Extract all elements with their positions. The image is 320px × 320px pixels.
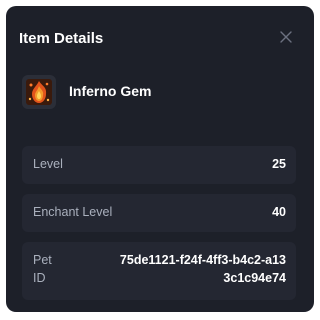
dialog-title: Item Details	[19, 30, 104, 47]
level-value: 25	[272, 157, 286, 171]
enchant-level-label: Enchant Level	[33, 205, 113, 219]
item-name: Inferno Gem	[69, 83, 152, 99]
enchant-level-value: 40	[272, 205, 286, 219]
detail-row-pet-id: Pet ID 75de1121-f24f-4ff3-b4c2-a133c1c94…	[22, 242, 296, 300]
pet-id-value: 75de1121-f24f-4ff3-b4c2-a133c1c94e74	[119, 253, 286, 285]
item-details-dialog: Item Details Inferno Gem Level 25 Enchan…	[6, 6, 314, 312]
pet-id-label: Pet ID	[33, 253, 52, 285]
item-summary: Inferno Gem	[22, 72, 298, 112]
fire-gem-icon	[22, 75, 56, 109]
level-label: Level	[33, 157, 63, 171]
close-icon[interactable]	[279, 30, 293, 44]
detail-row-level: Level 25	[22, 146, 296, 184]
dialog-header: Item Details	[19, 28, 301, 50]
detail-row-enchant-level: Enchant Level 40	[22, 194, 296, 232]
